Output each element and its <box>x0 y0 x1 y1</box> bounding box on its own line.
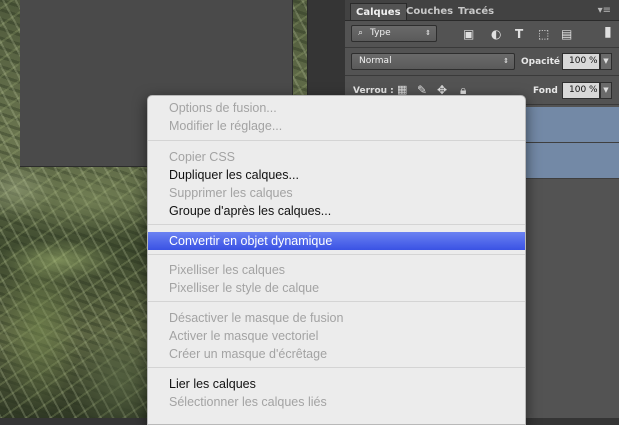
menu-item[interactable]: Lier les calques <box>148 375 525 393</box>
opacity-input[interactable]: 100 % <box>562 53 600 70</box>
layer-filter-select[interactable]: ⌕ Type ⇕ <box>351 25 437 42</box>
menu-item[interactable]: Convertir en objet dynamique <box>148 232 525 250</box>
filter-toggle-icon[interactable]: ▮ <box>604 25 612 39</box>
menu-separator <box>148 224 525 225</box>
adjustment-filter-icon[interactable]: ◐ <box>491 27 501 41</box>
menu-item[interactable]: Dupliquer les calques... <box>148 166 525 184</box>
blend-mode-select[interactable]: Normal ⇕ <box>351 53 515 70</box>
menu-separator <box>148 140 525 141</box>
layer-context-menu: Options de fusion... Modifier le réglage.… <box>147 95 526 425</box>
tab-couches[interactable]: Couches <box>401 3 458 20</box>
menu-item: Sélectionner les calques liés <box>169 395 327 409</box>
menu-separator <box>148 254 525 255</box>
tab-traces[interactable]: Tracés <box>453 3 499 20</box>
search-icon: ⌕ <box>358 28 364 38</box>
menu-item: Activer le masque vectoriel <box>169 329 319 343</box>
filter-type-label: Type <box>370 28 391 38</box>
shape-filter-icon[interactable]: ⬚ <box>538 27 549 41</box>
blend-mode-value: Normal <box>359 56 392 66</box>
menu-item[interactable]: Groupe d'après les calques... <box>148 202 525 220</box>
menu-item: Modifier le réglage... <box>169 119 283 133</box>
divider <box>345 75 619 76</box>
panel-menu-icon[interactable]: ▾≡ <box>598 5 611 16</box>
menu-item: Pixelliser les calques <box>169 263 286 277</box>
menu-separator <box>148 301 525 302</box>
menu-item: Désactiver le masque de fusion <box>169 311 344 325</box>
menu-item: Options de fusion... <box>169 101 277 115</box>
menu-item: Copier CSS <box>169 150 235 164</box>
menu-item: Créer un masque d'écrêtage <box>169 347 328 361</box>
fill-dropdown-icon[interactable]: ▼ <box>600 82 612 99</box>
opacity-label: Opacité : <box>521 57 567 67</box>
tab-calques[interactable]: Calques <box>350 3 407 20</box>
chevron-updown-icon: ⇕ <box>503 57 509 65</box>
smart-object-filter-icon[interactable]: ▤ <box>561 27 572 41</box>
pixel-filter-icon[interactable]: ▣ <box>463 27 474 41</box>
menu-separator <box>148 367 525 368</box>
opacity-dropdown-icon[interactable]: ▼ <box>600 53 612 70</box>
fill-input[interactable]: 100 % <box>562 82 600 99</box>
panel-tab-bar: Calques Couches Tracés ▾≡ <box>345 0 619 21</box>
menu-item: Pixelliser le style de calque <box>169 281 320 295</box>
text-filter-icon[interactable]: T <box>515 27 523 41</box>
fill-label: Fond : <box>533 86 565 96</box>
divider <box>345 47 619 48</box>
chevron-updown-icon: ⇕ <box>425 29 431 37</box>
menu-item: Supprimer les calques <box>169 186 293 200</box>
